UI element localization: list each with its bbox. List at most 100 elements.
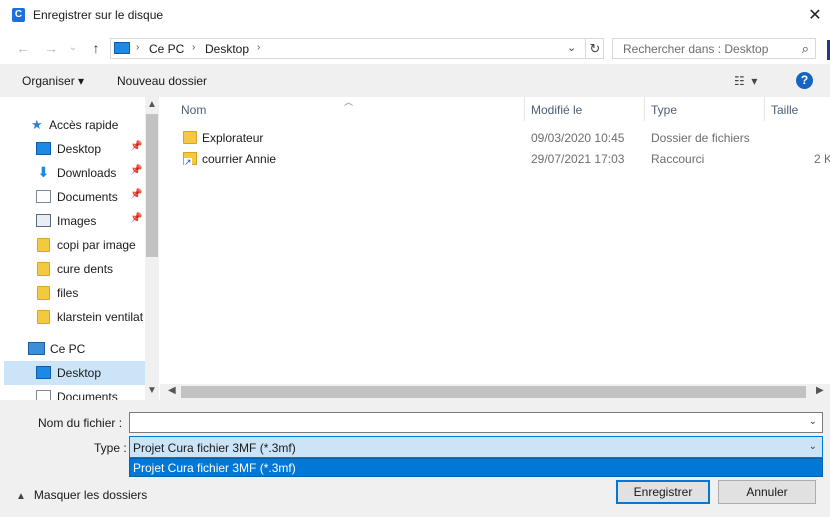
folder-icon <box>183 131 197 144</box>
pin-icon: 📌 <box>130 213 143 224</box>
sidebar-item-label: Images <box>57 214 97 228</box>
save-button[interactable]: Enregistrer <box>616 480 710 504</box>
close-button[interactable]: ✕ <box>800 0 830 31</box>
hide-folders-label: Masquer les dossiers <box>33 488 148 502</box>
chevron-up-icon: ▲ <box>16 491 26 502</box>
file-type: Dossier de fichiers <box>651 131 750 145</box>
pin-icon: 📌 <box>130 165 143 176</box>
column-header-label: Type <box>651 103 678 117</box>
desktop-icon <box>36 142 51 155</box>
images-icon <box>36 214 51 227</box>
sidebar-item-images[interactable]: Images 📌 <box>4 209 145 233</box>
sidebar-item-desktop[interactable]: Desktop <box>4 361 145 385</box>
help-icon[interactable]: ? <box>796 72 813 89</box>
table-row[interactable]: Explorateur 09/03/2020 10:45 Dossier de … <box>160 128 830 149</box>
navigation-pane: ★ Accès rapide Desktop 📌 ⬇ Downloads 📌 D… <box>4 97 145 400</box>
computer-icon <box>114 42 130 54</box>
column-header-label: Nom <box>181 103 207 117</box>
folder-icon <box>37 286 50 300</box>
sidebar-item-label: Desktop <box>57 366 102 380</box>
cancel-button[interactable]: Annuler <box>718 480 816 504</box>
title-bar: C Enregistrer sur le disque ✕ <box>0 0 830 31</box>
file-type-select[interactable]: Projet Cura fichier 3MF (*.3mf) ⌄ <box>129 436 823 458</box>
table-row[interactable]: courrier Annie 29/07/2021 17:03 Raccourc… <box>160 149 830 170</box>
column-header-name[interactable]: Nom <box>160 97 524 121</box>
breadcrumb-ce-pc[interactable]: Ce PC <box>149 42 184 56</box>
folder-icon <box>37 310 50 324</box>
sidebar-item-label: files <box>57 286 79 300</box>
navigation-pane-scrollbar[interactable]: ▲ ▼ <box>145 97 159 400</box>
file-list-horizontal-scrollbar[interactable]: ◀ ▶ <box>160 384 830 400</box>
desktop-icon <box>36 366 51 379</box>
window-title: Enregistrer sur le disque <box>33 8 164 22</box>
chevron-right-icon: › <box>136 42 140 53</box>
sidebar-item-documents[interactable]: Documents <box>4 385 145 400</box>
sidebar-item-ce-pc[interactable]: Ce PC <box>4 337 145 361</box>
type-label: Type : <box>94 441 127 455</box>
save-form-area: Nom du fichier : ⌄ Type : Projet Cura fi… <box>0 400 830 517</box>
file-type: Raccourci <box>651 152 705 166</box>
recent-locations-icon[interactable]: ⌄ <box>64 39 82 57</box>
hide-folders-button[interactable]: ▲ Masquer les dossiers <box>16 488 147 502</box>
sidebar-item-label: Documents <box>57 390 118 400</box>
computer-icon <box>28 342 45 355</box>
forward-arrow-icon[interactable]: → <box>42 39 60 57</box>
star-icon: ★ <box>31 117 43 132</box>
scroll-left-icon[interactable]: ◀ <box>168 385 176 396</box>
sidebar-item-documents-pinned[interactable]: Documents 📌 <box>4 185 145 209</box>
view-options-icon[interactable]: ☷ ▾ <box>734 74 757 88</box>
scroll-right-icon[interactable]: ▶ <box>816 385 824 396</box>
file-size: 2 K <box>814 152 830 166</box>
sidebar-item-downloads[interactable]: ⬇ Downloads 📌 <box>4 161 145 185</box>
sidebar-item-label: Documents <box>57 190 118 204</box>
sidebar-item-quick-access[interactable]: ★ Accès rapide <box>4 113 145 137</box>
folder-icon <box>37 238 50 252</box>
up-arrow-icon[interactable]: ↑ <box>87 39 105 57</box>
column-header-label: Taille <box>771 103 799 117</box>
organize-menu-button[interactable]: Organiser ▾ <box>22 74 84 88</box>
file-type-selected-value: Projet Cura fichier 3MF (*.3mf) <box>133 441 296 455</box>
file-type-option-label: Projet Cura fichier 3MF (*.3mf) <box>133 461 296 475</box>
scroll-down-icon[interactable]: ▼ <box>145 385 159 396</box>
scrollbar-thumb[interactable] <box>146 114 158 257</box>
scroll-up-icon[interactable]: ▲ <box>145 99 159 110</box>
back-arrow-icon[interactable]: ← <box>14 39 32 57</box>
sidebar-item-label: cure dents <box>57 262 114 276</box>
file-list: ︿ Nom Modifié le Type Taille Explorateur… <box>160 97 830 387</box>
chevron-down-icon[interactable]: ⌄ <box>809 441 817 452</box>
chevron-right-icon[interactable]: › <box>257 42 260 53</box>
chevron-down-icon[interactable]: ⌄ <box>809 416 817 427</box>
sidebar-item-cure-dents[interactable]: cure dents <box>4 257 145 281</box>
search-icon[interactable]: ⌕ <box>802 41 809 57</box>
file-name: Explorateur <box>202 131 264 145</box>
column-header-modified[interactable]: Modifié le <box>525 97 645 121</box>
address-bar[interactable]: › Ce PC › Desktop › ⌄ ↻ <box>110 38 604 59</box>
sidebar-item-desktop-pinned[interactable]: Desktop 📌 <box>4 137 145 161</box>
sidebar-item-files[interactable]: files <box>4 281 145 305</box>
column-header-size[interactable]: Taille <box>765 97 830 121</box>
chevron-right-icon: › <box>192 42 196 53</box>
sidebar-item-klarstein-ventilat[interactable]: klarstein ventilat <box>4 305 145 329</box>
shortcut-icon <box>183 152 197 166</box>
scrollbar-thumb[interactable] <box>181 386 806 398</box>
file-type-option[interactable]: Projet Cura fichier 3MF (*.3mf) <box>129 458 823 477</box>
command-toolbar: Organiser ▾ Nouveau dossier ☷ ▾ <box>0 64 830 97</box>
sidebar-item-label: Downloads <box>57 166 117 180</box>
file-modified: 09/03/2020 10:45 <box>531 131 625 145</box>
search-placeholder: Rechercher dans : Desktop <box>623 42 769 56</box>
filename-label: Nom du fichier : <box>38 416 123 430</box>
sidebar-item-copi-par-image[interactable]: copi par image <box>4 233 145 257</box>
filename-field[interactable]: ⌄ <box>129 412 823 433</box>
sidebar-item-label: Ce PC <box>50 342 86 356</box>
download-icon: ⬇ <box>37 164 50 180</box>
documents-icon <box>36 190 51 203</box>
documents-icon <box>36 390 51 400</box>
new-folder-button[interactable]: Nouveau dossier <box>117 74 207 88</box>
search-input[interactable]: Rechercher dans : Desktop ⌕ <box>612 38 816 59</box>
sidebar-item-label: copi par image <box>57 238 136 252</box>
chevron-down-icon[interactable]: ⌄ <box>567 41 576 54</box>
column-header-type[interactable]: Type <box>645 97 765 121</box>
refresh-icon[interactable]: ↻ <box>585 39 604 58</box>
breadcrumb-desktop[interactable]: Desktop <box>205 42 249 56</box>
sidebar-item-label: Desktop <box>57 142 102 156</box>
